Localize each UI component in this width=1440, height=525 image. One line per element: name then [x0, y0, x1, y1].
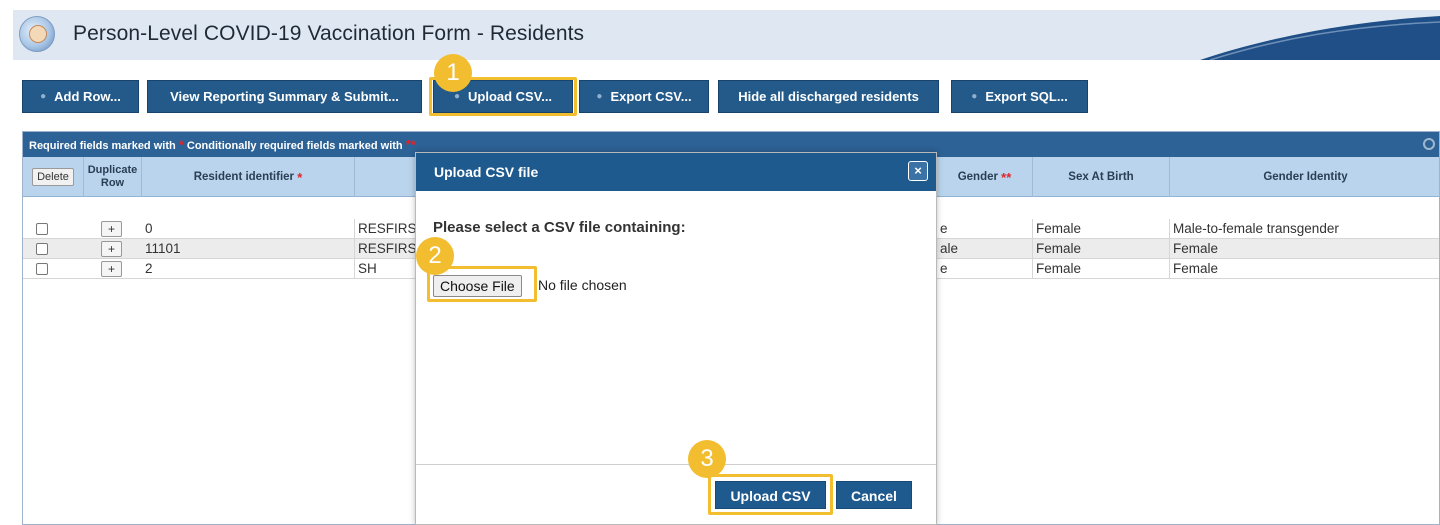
row-select-checkbox[interactable] [36, 243, 48, 255]
hide-discharged-label: Hide all discharged residents [738, 89, 919, 104]
upload-csv-dialog: Upload CSV file × Please select a CSV fi… [415, 152, 937, 525]
col-duplicate-row: Duplicate Row [84, 157, 142, 197]
export-sql-label: Export SQL... [985, 89, 1068, 104]
dialog-header: Upload CSV file × [416, 153, 936, 191]
export-icon: ● [596, 91, 603, 102]
cancel-button[interactable]: Cancel [836, 481, 912, 509]
required-star: * [178, 137, 184, 152]
first-name-cell[interactable]: SH [355, 259, 417, 279]
hide-discharged-button[interactable]: Hide all discharged residents [718, 80, 939, 113]
close-icon[interactable]: × [908, 161, 928, 181]
view-summary-label: View Reporting Summary & Submit... [170, 89, 399, 104]
add-row-label: Add Row... [54, 89, 121, 104]
col-resident-identifier: Resident identifier * [142, 157, 355, 197]
page-title: Person-Level COVID-19 Vaccination Form -… [73, 22, 585, 45]
col-gender-identity: Gender Identity [1263, 171, 1348, 183]
resident-identifier-label: Resident identifier [193, 171, 295, 183]
export-sql-icon: ● [971, 91, 978, 102]
conditional-note: Conditionally required fields marked wit… [186, 140, 403, 152]
export-csv-label: Export CSV... [610, 89, 692, 104]
resident-id-cell[interactable]: 11101 [142, 239, 355, 259]
duplicate-row-button[interactable]: + [101, 221, 122, 237]
export-csv-button[interactable]: ● Export CSV... [579, 80, 709, 113]
highlight-upload-submit [708, 474, 833, 515]
dialog-footer-divider [416, 464, 936, 465]
delete-button[interactable]: Delete [32, 168, 74, 186]
sex-at-birth-cell[interactable]: Female [1033, 259, 1170, 279]
header-swoosh-graphic [1200, 16, 1440, 60]
duplicate-row-button[interactable]: + [101, 241, 122, 257]
app-logo [19, 16, 55, 52]
add-icon: ● [40, 91, 47, 102]
gender-cell[interactable]: e [937, 219, 1033, 239]
file-status-text: No file chosen [538, 277, 627, 293]
first-name-cell[interactable]: RESFIRS [355, 219, 417, 239]
gender-cell[interactable]: ale [937, 239, 1033, 259]
grid-settings-icon[interactable] [1423, 138, 1435, 150]
logo-figure-icon [29, 25, 47, 43]
duplicate-row-button[interactable]: + [101, 261, 122, 277]
gender-identity-cell[interactable]: Male-to-female transgender [1170, 219, 1440, 239]
conditional-star: ** [1001, 169, 1012, 185]
dialog-message: Please select a CSV file containing: [433, 219, 686, 236]
gender-identity-cell[interactable]: Female [1170, 259, 1440, 279]
resident-id-cell[interactable]: 0 [142, 219, 355, 239]
gender-identity-cell[interactable]: Female [1170, 239, 1440, 259]
row-select-checkbox[interactable] [36, 223, 48, 235]
col-gender: Gender ** [937, 157, 1033, 197]
col-name [355, 157, 417, 197]
first-name-cell[interactable]: RESFIRS [355, 239, 417, 259]
gender-label: Gender [957, 171, 998, 183]
callout-badge-3: 3 [688, 440, 726, 478]
export-sql-button[interactable]: ● Export SQL... [951, 80, 1088, 113]
sex-at-birth-cell[interactable]: Female [1033, 219, 1170, 239]
col-sex-at-birth: Sex At Birth [1033, 157, 1170, 197]
callout-badge-1: 1 [434, 54, 472, 92]
conditional-star: ** [405, 137, 416, 152]
view-reporting-summary-button[interactable]: View Reporting Summary & Submit... [147, 80, 422, 113]
sex-at-birth-cell[interactable]: Female [1033, 239, 1170, 259]
add-row-button[interactable]: ● Add Row... [22, 80, 139, 113]
dialog-title: Upload CSV file [434, 164, 539, 180]
callout-badge-2: 2 [416, 237, 454, 275]
required-note: Required fields marked with [29, 140, 176, 152]
row-select-checkbox[interactable] [36, 263, 48, 275]
gender-cell[interactable]: e [937, 259, 1033, 279]
page-header: Person-Level COVID-19 Vaccination Form -… [13, 10, 1440, 60]
required-star: * [297, 169, 303, 185]
resident-id-cell[interactable]: 2 [142, 259, 355, 279]
col-delete: Delete [23, 157, 84, 197]
